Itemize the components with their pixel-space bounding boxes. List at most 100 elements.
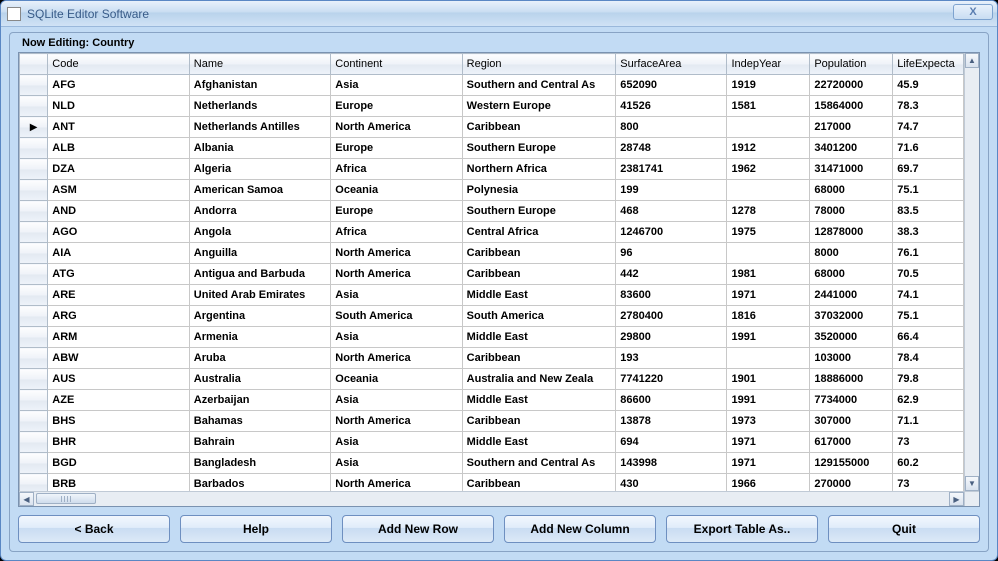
cell[interactable]: Caribbean — [462, 348, 616, 369]
cell[interactable]: 7734000 — [810, 390, 893, 411]
help-button[interactable]: Help — [180, 515, 332, 543]
cell[interactable]: Asia — [331, 390, 462, 411]
cell[interactable]: Europe — [331, 96, 462, 117]
cell[interactable]: Caribbean — [462, 243, 616, 264]
cell[interactable]: DZA — [48, 159, 189, 180]
cell[interactable]: ARM — [48, 327, 189, 348]
column-header[interactable]: Population — [810, 54, 893, 75]
cell[interactable]: 442 — [616, 264, 727, 285]
row-header[interactable] — [20, 159, 48, 180]
cell[interactable]: Angola — [189, 222, 330, 243]
cell[interactable]: 8000 — [810, 243, 893, 264]
cell[interactable]: 1919 — [727, 75, 810, 96]
row-header[interactable] — [20, 285, 48, 306]
cell[interactable]: ATG — [48, 264, 189, 285]
row-header[interactable] — [20, 264, 48, 285]
cell[interactable]: Asia — [331, 327, 462, 348]
cell[interactable]: ANT — [48, 117, 189, 138]
cell[interactable]: Andorra — [189, 201, 330, 222]
table-row[interactable]: BHRBahrainAsiaMiddle East694197161700073 — [20, 432, 964, 453]
add-row-button[interactable]: Add New Row — [342, 515, 494, 543]
cell[interactable]: 68000 — [810, 180, 893, 201]
cell[interactable] — [727, 243, 810, 264]
cell[interactable]: 75.1 — [893, 306, 964, 327]
cell[interactable]: 129155000 — [810, 453, 893, 474]
cell[interactable]: Southern and Central As — [462, 453, 616, 474]
cell[interactable]: North America — [331, 117, 462, 138]
cell[interactable]: 3401200 — [810, 138, 893, 159]
row-header[interactable] — [20, 138, 48, 159]
cell[interactable]: 3520000 — [810, 327, 893, 348]
cell[interactable]: Afghanistan — [189, 75, 330, 96]
cell[interactable]: Asia — [331, 432, 462, 453]
cell[interactable]: 71.1 — [893, 411, 964, 432]
cell[interactable]: 78.3 — [893, 96, 964, 117]
cell[interactable]: 60.2 — [893, 453, 964, 474]
cell[interactable]: North America — [331, 411, 462, 432]
cell[interactable]: 12878000 — [810, 222, 893, 243]
scroll-left-button[interactable]: ◀ — [19, 492, 34, 506]
cell[interactable]: BHS — [48, 411, 189, 432]
cell[interactable] — [727, 117, 810, 138]
cell[interactable]: 1816 — [727, 306, 810, 327]
cell[interactable]: 70.5 — [893, 264, 964, 285]
cell[interactable]: Southern Europe — [462, 201, 616, 222]
row-header[interactable] — [20, 222, 48, 243]
cell[interactable]: Barbados — [189, 474, 330, 492]
cell[interactable]: South America — [331, 306, 462, 327]
row-header[interactable] — [20, 453, 48, 474]
table-row[interactable]: BHSBahamasNorth AmericaCaribbean13878197… — [20, 411, 964, 432]
cell[interactable]: ARG — [48, 306, 189, 327]
cell[interactable]: 37032000 — [810, 306, 893, 327]
row-header[interactable] — [20, 96, 48, 117]
cell[interactable]: 617000 — [810, 432, 893, 453]
cell[interactable]: 1912 — [727, 138, 810, 159]
back-button[interactable]: < Back — [18, 515, 170, 543]
table-row[interactable]: ANDAndorraEuropeSouthern Europe468127878… — [20, 201, 964, 222]
cell[interactable]: Australia — [189, 369, 330, 390]
quit-button[interactable]: Quit — [828, 515, 980, 543]
row-header[interactable] — [20, 474, 48, 492]
cell[interactable]: 78000 — [810, 201, 893, 222]
cell[interactable]: 29800 — [616, 327, 727, 348]
cell[interactable]: 13878 — [616, 411, 727, 432]
cell[interactable]: Oceania — [331, 369, 462, 390]
cell[interactable]: Northern Africa — [462, 159, 616, 180]
cell[interactable]: BRB — [48, 474, 189, 492]
cell[interactable]: Argentina — [189, 306, 330, 327]
cell[interactable]: 1246700 — [616, 222, 727, 243]
cell[interactable]: North America — [331, 264, 462, 285]
cell[interactable]: Polynesia — [462, 180, 616, 201]
row-header[interactable] — [20, 411, 48, 432]
table-row[interactable]: DZAAlgeriaAfricaNorthern Africa238174119… — [20, 159, 964, 180]
cell[interactable]: 83.5 — [893, 201, 964, 222]
cell[interactable]: 1991 — [727, 327, 810, 348]
title-bar[interactable]: SQLite Editor Software X — [1, 1, 997, 27]
cell[interactable]: Central Africa — [462, 222, 616, 243]
export-button[interactable]: Export Table As.. — [666, 515, 818, 543]
cell[interactable]: 2441000 — [810, 285, 893, 306]
cell[interactable]: North America — [331, 243, 462, 264]
vertical-scrollbar[interactable]: ▲ ▼ — [964, 53, 979, 491]
cell[interactable]: 71.6 — [893, 138, 964, 159]
column-header[interactable]: Region — [462, 54, 616, 75]
cell[interactable]: Western Europe — [462, 96, 616, 117]
cell[interactable]: Middle East — [462, 327, 616, 348]
row-header[interactable] — [20, 75, 48, 96]
scroll-right-button[interactable]: ▶ — [949, 492, 964, 506]
cell[interactable]: 1973 — [727, 411, 810, 432]
cell[interactable]: 2381741 — [616, 159, 727, 180]
cell[interactable]: Asia — [331, 285, 462, 306]
cell[interactable]: Southern and Central As — [462, 75, 616, 96]
table-row[interactable]: ABWArubaNorth AmericaCaribbean1931030007… — [20, 348, 964, 369]
cell[interactable]: AND — [48, 201, 189, 222]
cell[interactable]: 1981 — [727, 264, 810, 285]
cell[interactable]: Caribbean — [462, 264, 616, 285]
scrollbar-thumb[interactable] — [36, 493, 96, 504]
table-row[interactable]: ARGArgentinaSouth AmericaSouth America27… — [20, 306, 964, 327]
cell[interactable]: 217000 — [810, 117, 893, 138]
row-header[interactable] — [20, 201, 48, 222]
cell[interactable]: North America — [331, 474, 462, 492]
cell[interactable]: 74.7 — [893, 117, 964, 138]
row-header[interactable] — [20, 327, 48, 348]
